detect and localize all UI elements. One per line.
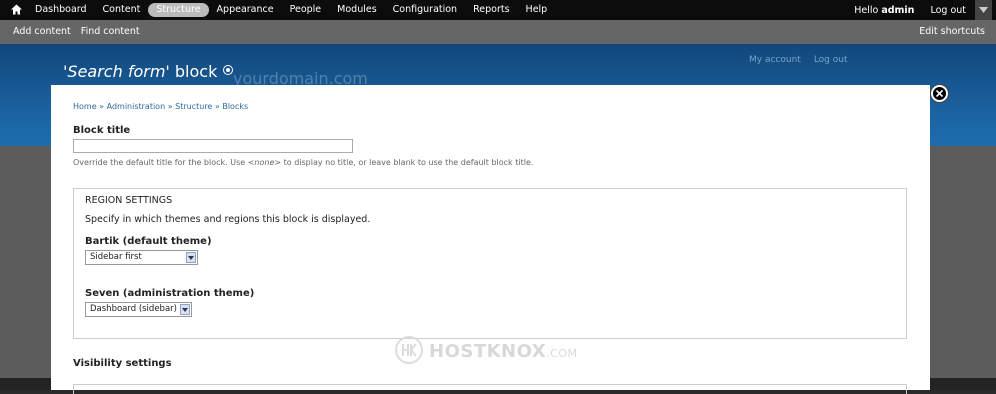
- toolbar-item-help[interactable]: Help: [518, 0, 556, 20]
- shortcut-find-content[interactable]: Find content: [81, 20, 140, 44]
- breadcrumb-blocks[interactable]: Blocks: [222, 102, 248, 111]
- chevron-down-icon: [979, 7, 988, 13]
- toolbar-item-structure[interactable]: Structure: [148, 3, 209, 17]
- toolbar-item-reports[interactable]: Reports: [465, 0, 517, 20]
- toolbar-user: Hello admin Log out: [854, 0, 972, 20]
- seven-region-select[interactable]: Dashboard (sidebar): [85, 302, 192, 317]
- header-secondary-links: My account Log out: [749, 55, 848, 65]
- bartik-region-select[interactable]: Sidebar first: [85, 250, 198, 265]
- toolbar-item-appearance[interactable]: Appearance: [209, 0, 282, 20]
- breadcrumb-structure[interactable]: Structure: [175, 102, 212, 111]
- overlay-close-button[interactable]: [931, 85, 948, 102]
- breadcrumb-home[interactable]: Home: [73, 102, 97, 111]
- bartik-region-label: Bartik (default theme): [85, 236, 212, 247]
- select-arrow-icon: [186, 252, 196, 263]
- shortcuts-bar: Add content Find content Edit shortcuts: [0, 20, 996, 44]
- block-title-description: Override the default title for the block…: [73, 158, 534, 167]
- shortcuts-toggle[interactable]: [975, 0, 992, 20]
- my-account-link[interactable]: My account: [749, 55, 801, 65]
- close-icon: [936, 90, 943, 97]
- shortcut-add-content[interactable]: Add content: [13, 20, 71, 44]
- toolbar-item-modules[interactable]: Modules: [329, 0, 385, 20]
- toolbar-item-content[interactable]: Content: [95, 0, 149, 20]
- block-title-input[interactable]: [73, 139, 353, 153]
- visibility-settings-label: Visibility settings: [73, 358, 172, 369]
- toolbar-logout-link[interactable]: Log out: [930, 5, 972, 16]
- region-settings-description: Specify in which themes and regions this…: [85, 214, 371, 225]
- toolbar-item-configuration[interactable]: Configuration: [385, 0, 465, 20]
- region-settings-legend: REGION SETTINGS: [85, 195, 173, 206]
- toolbar-item-dashboard[interactable]: Dashboard: [27, 0, 95, 20]
- block-title-label: Block title: [73, 125, 131, 136]
- select-arrow-icon: [180, 304, 190, 315]
- admin-toolbar: Dashboard Content Structure Appearance P…: [0, 0, 996, 20]
- breadcrumb: Home » Administration » Structure » Bloc…: [73, 102, 249, 111]
- header-logout-link[interactable]: Log out: [814, 55, 848, 65]
- breadcrumb-administration[interactable]: Administration: [107, 102, 166, 111]
- edit-shortcuts-link[interactable]: Edit shortcuts: [919, 20, 985, 44]
- hostknox-watermark: HOSTKNOX.COM: [429, 341, 578, 362]
- region-settings-fieldset: REGION SETTINGS Specify in which themes …: [73, 188, 907, 339]
- toolbar-item-people[interactable]: People: [282, 0, 330, 20]
- hostknox-logo-icon: [395, 336, 423, 364]
- username[interactable]: admin: [881, 5, 914, 16]
- toolbar-menu: Dashboard Content Structure Appearance P…: [27, 0, 555, 20]
- home-icon[interactable]: [10, 3, 23, 16]
- hello-text: Hello admin: [854, 4, 915, 16]
- overlay-dialog: Home » Administration » Structure » Bloc…: [51, 85, 930, 394]
- add-shortcut-icon[interactable]: [223, 65, 234, 75]
- seven-region-label: Seven (administration theme): [85, 288, 255, 299]
- visibility-settings-fieldset: [73, 384, 907, 394]
- background-page-title: 'Search form' block: [63, 62, 234, 81]
